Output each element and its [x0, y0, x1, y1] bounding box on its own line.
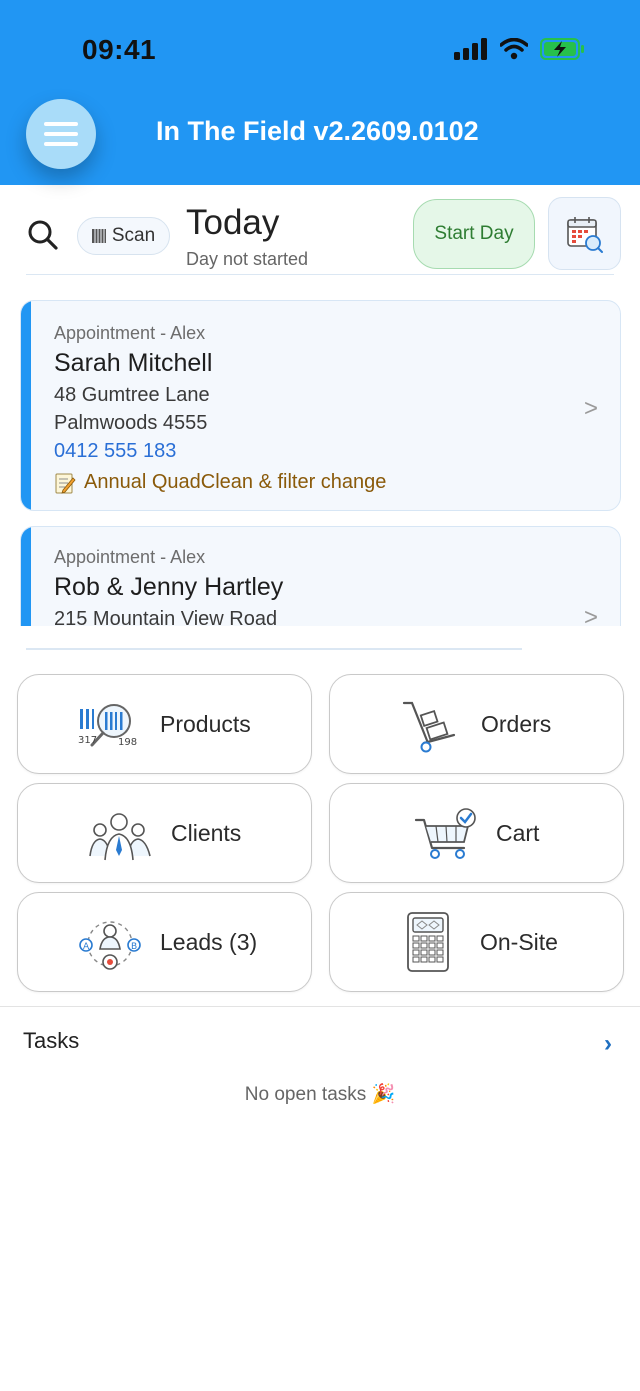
cart-icon	[414, 808, 476, 859]
hamburger-icon	[44, 122, 78, 146]
appointment-list[interactable]: Appointment - Alex Sarah Mitchell 48 Gum…	[0, 298, 640, 626]
battery-charging-icon	[540, 38, 584, 60]
tasks-chevron-icon[interactable]: ›	[604, 1030, 612, 1058]
memo-icon	[55, 473, 76, 494]
appointment-accent-bar	[21, 301, 31, 510]
day-title: Today	[186, 203, 280, 242]
barcode-icon	[91, 229, 106, 243]
note-text: Annual QuadClean & filter change	[84, 471, 387, 493]
app-title: In The Field v2.2609.0102	[156, 116, 479, 146]
tasks-empty-message: No open tasks 🎉	[244, 1084, 396, 1105]
onsite-label: On-Site	[480, 929, 558, 955]
status-icons	[454, 38, 586, 60]
leads-target-icon: A B	[79, 921, 141, 970]
address-line-1: 215 Mountain View Road	[54, 608, 278, 626]
leads-button[interactable]: A B Leads (3)	[17, 892, 312, 992]
leads-label: Leads (3)	[160, 929, 258, 955]
svg-text:A: A	[83, 942, 90, 952]
client-name: Rob & Jenny Hartley	[54, 573, 284, 601]
cellular-signal-icon	[454, 38, 487, 60]
products-label: Products	[160, 711, 251, 737]
svg-text:198: 198	[118, 737, 137, 748]
calculator-icon	[407, 912, 449, 972]
wifi-icon	[500, 38, 528, 60]
address-line-2: Palmwoods 4555	[54, 412, 208, 434]
appointment-label: Appointment - Alex	[54, 323, 206, 343]
svg-text:317: 317	[78, 735, 97, 746]
scan-label: Scan	[111, 225, 156, 246]
appointment-note: Annual QuadClean & filter change	[54, 471, 386, 494]
menu-button[interactable]	[26, 99, 96, 169]
phone-link[interactable]: 0412 555 183	[54, 440, 176, 463]
search-button[interactable]	[27, 219, 59, 256]
appointment-accent-bar	[21, 527, 31, 626]
app-header: 09:41 In The Field v2.2609.0102	[0, 0, 640, 185]
chevron-right-icon: >	[583, 395, 598, 422]
day-status: Day not started	[186, 249, 309, 269]
clients-button[interactable]: Clients	[17, 783, 312, 883]
start-day-button[interactable]: Start Day	[413, 199, 535, 269]
cart-label: Cart	[496, 820, 540, 846]
scan-button[interactable]: Scan	[77, 217, 170, 255]
onsite-button[interactable]: On-Site	[329, 892, 624, 992]
orders-label: Orders	[481, 711, 552, 737]
clients-label: Clients	[171, 820, 242, 846]
client-name: Sarah Mitchell	[54, 349, 213, 377]
calendar-search-icon	[566, 216, 603, 253]
status-time: 09:41	[82, 34, 157, 65]
tasks-title: Tasks	[23, 1028, 80, 1053]
chevron-right-icon: >	[583, 604, 598, 626]
address-line-1: 48 Gumtree Lane	[54, 384, 210, 406]
tasks-divider	[0, 1006, 640, 1007]
clients-group-icon	[89, 813, 151, 861]
svg-text:B: B	[131, 942, 137, 952]
calendar-button[interactable]	[548, 197, 621, 270]
appointment-label: Appointment - Alex	[54, 547, 206, 567]
toolbar-divider	[26, 274, 614, 275]
orders-button[interactable]: Orders	[329, 674, 624, 774]
products-button[interactable]: 317 198 Products	[17, 674, 312, 774]
appointment-card[interactable]: Appointment - Alex Sarah Mitchell 48 Gum…	[20, 300, 621, 511]
hand-truck-icon	[402, 701, 456, 753]
appointment-card[interactable]: Appointment - Alex Rob & Jenny Hartley 2…	[20, 526, 621, 626]
barcode-search-icon: 317 198	[78, 704, 137, 748]
cart-button[interactable]: Cart	[329, 783, 624, 883]
search-icon	[28, 220, 58, 250]
list-divider	[26, 648, 522, 650]
